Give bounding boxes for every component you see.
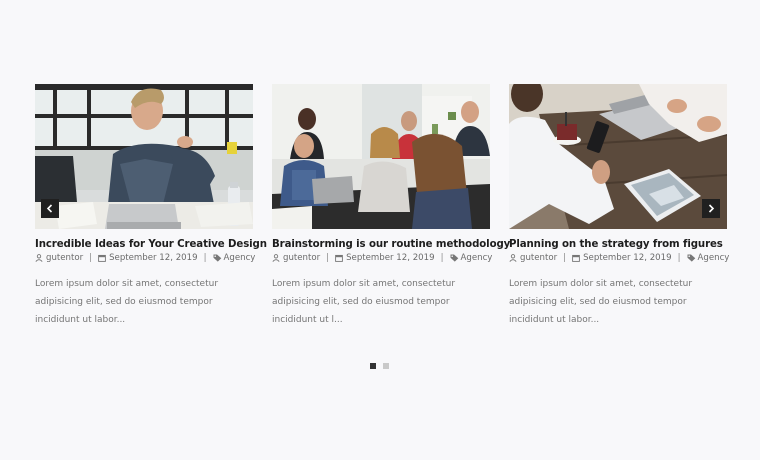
post-meta: gutentor | September 12, 2019 | Agency — [509, 252, 730, 264]
pagination-dot-1[interactable] — [370, 363, 376, 369]
post-excerpt: Lorem ipsum dolor sit amet, consectetur … — [509, 279, 693, 325]
user-icon — [509, 254, 517, 262]
calendar-icon — [335, 254, 343, 262]
meta-separator: | — [440, 253, 444, 263]
meta-separator: | — [563, 253, 567, 263]
calendar-icon — [98, 254, 106, 262]
carousel-next-button[interactable] — [702, 199, 720, 218]
post-card: Planning on the strategy from figures gu… — [509, 84, 730, 329]
post-author[interactable]: gutentor — [46, 252, 83, 264]
tag-icon — [213, 254, 221, 262]
desk-with-tablet-image — [509, 84, 727, 229]
tag-icon — [450, 254, 458, 262]
post-thumbnail[interactable] — [35, 84, 253, 229]
user-icon — [272, 254, 280, 262]
post-category[interactable]: Agency — [461, 252, 493, 264]
post-card: Incredible Ideas for Your Creative Desig… — [35, 84, 267, 329]
meta-separator: | — [203, 253, 207, 263]
post-excerpt: Lorem ipsum dolor sit amet, consectetur … — [272, 279, 456, 325]
calendar-icon — [572, 254, 580, 262]
post-author[interactable]: gutentor — [283, 252, 320, 264]
tag-icon — [687, 254, 695, 262]
post-date[interactable]: September 12, 2019 — [346, 252, 435, 264]
post-title[interactable]: Brainstorming is our routine methodology — [272, 238, 510, 251]
post-meta: gutentor | September 12, 2019 | Agency — [272, 252, 493, 264]
chevron-left-icon — [46, 204, 53, 213]
post-thumbnail[interactable] — [272, 84, 490, 229]
chevron-right-icon — [708, 204, 715, 213]
post-category[interactable]: Agency — [224, 252, 256, 264]
post-excerpt: Lorem ipsum dolor sit amet, consectetur … — [35, 279, 219, 325]
post-title[interactable]: Incredible Ideas for Your Creative Desig… — [35, 238, 267, 251]
pagination-dot-2[interactable] — [383, 363, 389, 369]
post-thumbnail[interactable] — [509, 84, 727, 229]
post-title[interactable]: Planning on the strategy from figures — [509, 238, 727, 251]
meta-separator: | — [677, 253, 681, 263]
post-date[interactable]: September 12, 2019 — [109, 252, 198, 264]
carousel-prev-button[interactable] — [41, 199, 59, 218]
post-meta: gutentor | September 12, 2019 | Agency — [35, 252, 256, 264]
post-author[interactable]: gutentor — [520, 252, 557, 264]
post-card: Brainstorming is our routine methodology… — [272, 84, 510, 329]
man-with-laptop-image — [35, 84, 253, 229]
meta-separator: | — [89, 253, 93, 263]
post-date[interactable]: September 12, 2019 — [583, 252, 672, 264]
team-meeting-image — [272, 84, 490, 229]
post-category[interactable]: Agency — [698, 252, 730, 264]
meta-separator: | — [326, 253, 330, 263]
user-icon — [35, 254, 43, 262]
carousel-pagination — [370, 363, 389, 369]
post-carousel: Incredible Ideas for Your Creative Desig… — [35, 84, 729, 325]
